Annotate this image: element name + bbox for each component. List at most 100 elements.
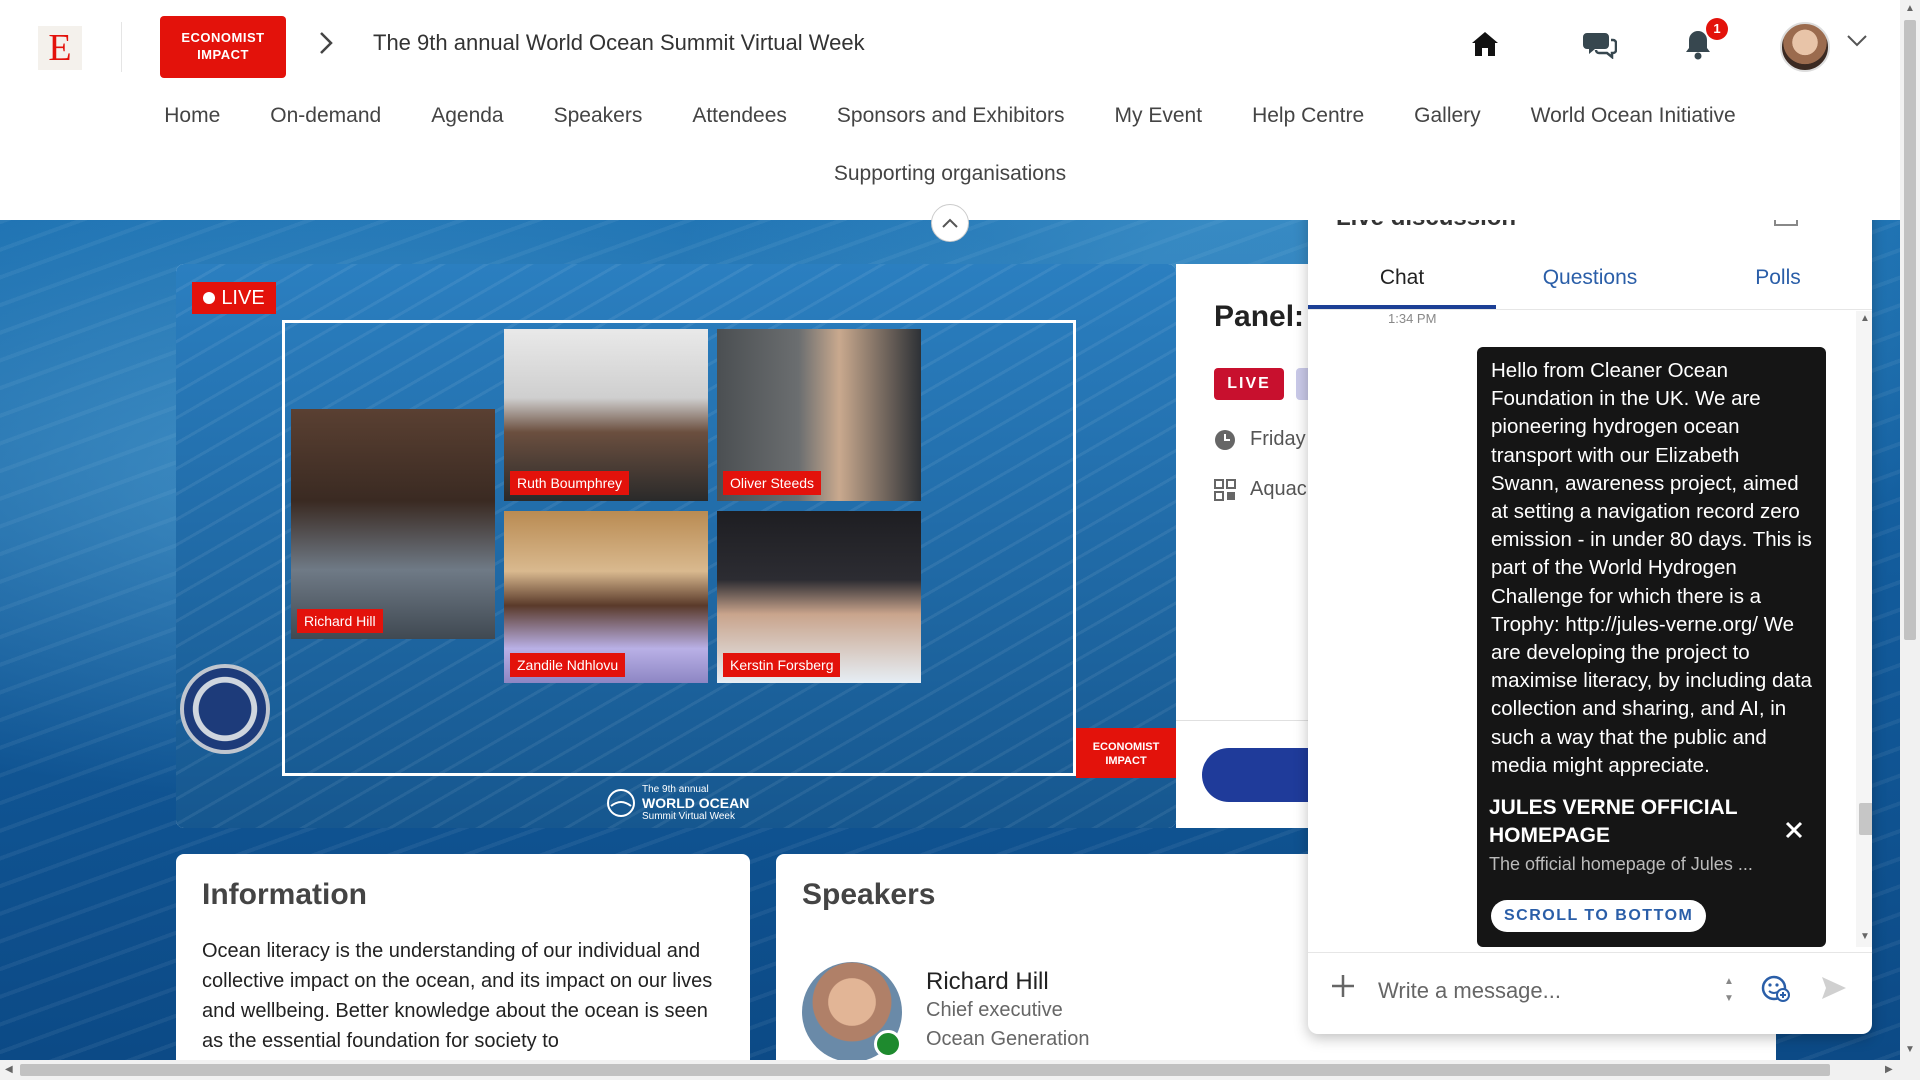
speaker-item[interactable]: Richard Hill Chief executive Ocean Gener… [802, 962, 1089, 1062]
tab-chat[interactable]: Chat [1308, 252, 1496, 309]
nav-row-1: Home On-demand Agenda Speakers Attendees… [0, 104, 1900, 128]
nav-item-world-ocean-initiative[interactable]: World Ocean Initiative [1531, 104, 1736, 128]
session-date: Friday [1250, 428, 1306, 450]
speaker-name[interactable]: Richard Hill [926, 968, 1089, 996]
corner-line-1: ECONOMIST [1092, 741, 1160, 753]
chat-tabs: Chat Questions Polls [1308, 252, 1872, 310]
nav-item-speakers[interactable]: Speakers [554, 104, 643, 128]
scroll-left-arrow-icon[interactable]: ◀ [5, 1064, 13, 1075]
page-vertical-scrollbar[interactable]: ▲ ▼ [1900, 0, 1920, 1060]
nav-item-sponsors[interactable]: Sponsors and Exhibitors [837, 104, 1065, 128]
live-discussion-panel: Live discussion Chat Questions Polls 1:3… [1308, 200, 1872, 1034]
live-label: LIVE [221, 286, 265, 309]
user-avatar[interactable] [1780, 22, 1830, 72]
nav-item-help-centre[interactable]: Help Centre [1252, 104, 1364, 128]
information-heading: Information [202, 878, 367, 911]
close-icon[interactable] [1785, 814, 1803, 846]
online-status-icon [874, 1030, 902, 1058]
logo-small-text: The 9th annual [642, 784, 709, 795]
send-icon[interactable] [1820, 975, 1848, 1006]
chat-bubbles-icon[interactable] [1580, 24, 1620, 64]
watch-graphic [180, 664, 270, 754]
participant-tile: Ruth Boumphrey [504, 329, 708, 501]
participant-tile: Kerstin Forsberg [717, 511, 921, 683]
session-date-row: Friday [1214, 428, 1306, 451]
home-icon[interactable] [1465, 24, 1505, 64]
collapse-header-button[interactable] [931, 204, 969, 242]
scroll-up-arrow-icon[interactable]: ▲ [1860, 313, 1870, 324]
badge-line-2: IMPACT [197, 47, 249, 62]
live-dot-icon [203, 292, 216, 304]
badge-line-1: ECONOMIST [181, 30, 265, 45]
chat-scroll-thumb[interactable] [1859, 803, 1872, 835]
chat-message-bubble: Hello from Cleaner Ocean Foundation in t… [1477, 347, 1826, 947]
scroll-right-arrow-icon[interactable]: ▶ [1885, 1064, 1893, 1075]
participant-name: Oliver Steeds [723, 471, 822, 495]
chevron-down-icon[interactable] [1846, 34, 1868, 53]
economist-impact-watermark: ECONOMIST IMPACT [1076, 728, 1176, 778]
panel-separator [1176, 720, 1316, 721]
participant-grid: Richard Hill Ruth Boumphrey Oliver Steed… [282, 320, 1076, 776]
nav-item-my-event[interactable]: My Event [1115, 104, 1203, 128]
corner-line-2: IMPACT [1105, 755, 1147, 767]
nav-row-2: Supporting organisations [0, 162, 1900, 186]
logo-main-text: WORLD OCEAN [642, 795, 750, 811]
message-composer: ▲▼ [1308, 952, 1872, 1034]
economist-logo[interactable]: E [38, 26, 82, 70]
participant-name: Zandile Ndhlovu [510, 653, 626, 677]
nav-item-home[interactable]: Home [164, 104, 220, 128]
speaker-avatar[interactable] [802, 962, 902, 1062]
participant-tile: Richard Hill [291, 409, 495, 639]
plus-icon[interactable] [1330, 971, 1356, 1005]
scroll-down-arrow-icon[interactable]: ▼ [1860, 931, 1870, 942]
session-title: Panel: [1214, 300, 1305, 333]
message-timestamp: 1:34 PM [1388, 311, 1437, 326]
nav-item-supporting-organisations[interactable]: Supporting organisations [834, 162, 1066, 186]
information-card: Information Ocean literacy is the unders… [176, 854, 750, 1064]
notification-badge: 1 [1706, 18, 1728, 40]
page-horizontal-scrollbar[interactable]: ◀ ▶ [0, 1060, 1920, 1080]
chat-message-text: Hello from Cleaner Ocean Foundation in t… [1491, 359, 1812, 777]
scroll-down-arrow-icon[interactable]: ▼ [1905, 1044, 1915, 1055]
link-preview-description: The official homepage of Jules ... [1489, 854, 1753, 874]
participant-tile: Zandile Ndhlovu [504, 511, 708, 683]
chevron-right-icon [318, 30, 334, 63]
link-preview-title: JULES VERNE OFFICIAL HOMEPAGE [1489, 796, 1738, 847]
chat-scrollbar[interactable]: ▲ ▼ [1856, 311, 1872, 947]
chevron-up-icon [942, 218, 958, 228]
participant-name: Richard Hill [297, 609, 383, 633]
speaker-title: Chief executive [926, 999, 1063, 1021]
emoji-icon[interactable] [1760, 973, 1790, 1008]
page-vertical-scroll-thumb[interactable] [1904, 20, 1916, 640]
nav-item-agenda[interactable]: Agenda [431, 104, 503, 128]
clock-icon [1215, 429, 1235, 450]
live-indicator: LIVE [192, 282, 276, 314]
scroll-to-bottom-button[interactable]: SCROLL TO BOTTOM [1491, 900, 1707, 932]
world-ocean-logo: The 9th annual WORLD OCEAN Summit Virtua… [606, 784, 749, 822]
tab-questions[interactable]: Questions [1496, 252, 1684, 309]
header-divider [121, 22, 122, 72]
page-horizontal-scroll-thumb[interactable] [20, 1064, 1830, 1076]
session-location: Aquac [1250, 478, 1307, 500]
speaker-org: Ocean Generation [926, 1028, 1090, 1050]
economist-impact-logo[interactable]: ECONOMIST IMPACT [160, 16, 286, 78]
nav-item-gallery[interactable]: Gallery [1414, 104, 1481, 128]
message-list[interactable]: 1:34 PM Hello from Cleaner Ocean Foundat… [1308, 311, 1856, 947]
main-nav: Home On-demand Agenda Speakers Attendees… [0, 104, 1900, 186]
video-player[interactable]: LIVE Richard Hill Ruth Boumphrey Oliver … [176, 264, 1176, 828]
input-resize-stepper[interactable]: ▲ ▼ [1720, 973, 1738, 1009]
session-location-row: Aquac [1214, 478, 1307, 501]
nav-item-attendees[interactable]: Attendees [692, 104, 787, 128]
participant-name: Ruth Boumphrey [510, 471, 630, 495]
information-text: Ocean literacy is the understanding of o… [202, 940, 713, 1052]
message-input[interactable] [1378, 973, 1698, 1009]
event-title[interactable]: The 9th annual World Ocean Summit Virtua… [373, 30, 865, 56]
scroll-up-arrow-icon[interactable]: ▲ [1905, 3, 1915, 14]
session-card: LIVE Richard Hill Ruth Boumphrey Oliver … [176, 264, 1176, 828]
tab-polls[interactable]: Polls [1684, 252, 1872, 309]
participant-name: Kerstin Forsberg [723, 653, 841, 677]
session-details [1176, 264, 1316, 828]
nav-item-on-demand[interactable]: On-demand [270, 104, 381, 128]
globe-icon [607, 789, 635, 817]
site-header: E ECONOMIST IMPACT The 9th annual World … [0, 0, 1900, 220]
